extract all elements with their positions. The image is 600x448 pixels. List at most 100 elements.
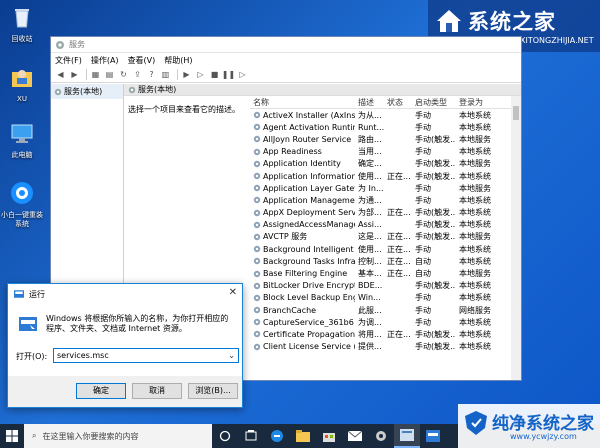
table-row[interactable]: Agent Activation Runtime...Runt... 手动 本地系统 (250, 121, 511, 133)
table-row[interactable]: CaptureService_361b6 为调... 手动 本地系统 (250, 316, 511, 328)
column-description[interactable]: 描述 (355, 97, 384, 108)
service-logon-cell-text: 本地系统 (459, 256, 491, 266)
service-logon-cell: 本地系统 (456, 219, 504, 230)
console-tree-icon[interactable]: ▦ (90, 69, 101, 80)
column-status[interactable]: 状态 (384, 97, 412, 108)
service-description-cell-text: Assi... (358, 220, 382, 230)
table-row[interactable]: Client License Service (C...提供... 手动(触发..… (250, 341, 511, 353)
table-row[interactable]: AVCTP 服务 这是... 正在... 手动(触发... 本地服务 (250, 231, 511, 243)
table-row[interactable]: Certificate Propagation 将用... 正在... 手动(触发..… (250, 328, 511, 340)
service-startup-cell: 手动(触发... (412, 329, 456, 340)
pause-service-icon[interactable]: ❚❚ (222, 69, 235, 80)
help-icon[interactable]: ? (146, 69, 157, 80)
taskbar-multitask-icon[interactable] (238, 424, 264, 448)
service-startup-cell: 手动 (412, 183, 456, 194)
task-view-icon[interactable] (212, 424, 238, 448)
stop-service-icon[interactable]: ■ (209, 69, 220, 80)
table-row[interactable]: BitLocker Drive Encryptio...BDE... 手动(触发.… (250, 280, 511, 292)
export-list-icon[interactable]: ⇪ (132, 69, 143, 80)
menu-help[interactable]: 帮助(H) (164, 55, 192, 66)
service-logon-cell: 本地系统 (456, 146, 504, 157)
table-row[interactable]: AllJoyn Router Service 路由... 手动(触发... 本地服务 (250, 133, 511, 145)
service-description-cell-text: 此服... (358, 305, 382, 315)
taskbar-search-box[interactable]: ⌕ 在这里输入你要搜索的内容 (24, 424, 212, 448)
browse-button[interactable]: 浏览(B)... (188, 383, 238, 399)
service-logon-cell-text: 本地系统 (459, 195, 491, 205)
services-taskbar-icon[interactable] (394, 424, 420, 448)
menu-action[interactable]: 操作(A) (91, 55, 119, 66)
service-name-cell-text: BranchCache (263, 305, 317, 315)
service-startup-cell: 手动 (412, 292, 456, 303)
restart-service-icon[interactable]: ▷ (237, 69, 248, 80)
service-logon-cell: 本地服务 (456, 231, 504, 242)
gear-icon (253, 148, 261, 155)
start-service-icon[interactable]: ▶ (181, 69, 192, 80)
file-explorer-icon[interactable] (290, 424, 316, 448)
table-row[interactable]: Background Tasks Infras...控制... 正在... 自动 本地… (250, 255, 511, 267)
table-row[interactable]: AppX Deployment Servic...为部... 正在... 手动(触发… (250, 207, 511, 219)
service-startup-cell-text: 手动 (415, 293, 431, 303)
service-startup-cell: 手动 (412, 317, 456, 328)
desktop-icon-xiaobai[interactable]: 小白一键重装系统 (0, 180, 44, 229)
service-name-cell: Background Intelligent T... (250, 245, 355, 254)
desktop-icon-user[interactable]: XU (0, 64, 44, 104)
refresh-icon[interactable]: ↻ (118, 69, 129, 80)
menu-file[interactable]: 文件(F) (55, 55, 82, 66)
chevron-down-icon[interactable]: ⌄ (228, 351, 235, 360)
column-startup-type[interactable]: 启动类型 (412, 97, 456, 108)
desktop-icon-this-pc[interactable]: 此电脑 (0, 120, 44, 160)
service-name-cell: Base Filtering Engine (250, 269, 355, 278)
service-logon-cell: 本地系统 (456, 341, 504, 352)
column-name[interactable]: 名称 (250, 97, 355, 108)
table-row[interactable]: BranchCache 此服... 手动 网络服务 (250, 304, 511, 316)
run-dialog-titlebar[interactable]: 运行 ✕ (8, 284, 242, 304)
service-startup-cell-text: 自动 (415, 256, 431, 266)
service-logon-cell: 本地系统 (456, 329, 504, 340)
service-startup-cell: 手动 (412, 110, 456, 121)
ok-button[interactable]: 确定 (76, 383, 126, 399)
table-row[interactable]: Block Level Backup Engi...Win... 手动 本地系统 (250, 292, 511, 304)
window-titlebar[interactable]: 服务 (51, 37, 521, 53)
table-row[interactable]: Base Filtering Engine 基本... 正在... 自动 本地服务 (250, 267, 511, 279)
properties-icon[interactable]: ▤ (104, 69, 115, 80)
service-status-cell-text: 正在... (387, 232, 411, 242)
scrollbar-thumb[interactable] (513, 106, 519, 120)
store-icon[interactable] (316, 424, 342, 448)
run-taskbar-icon[interactable] (420, 424, 446, 448)
table-row[interactable]: Application Information 使用... 正在... 手动(触发..… (250, 170, 511, 182)
close-icon[interactable]: ✕ (229, 287, 237, 298)
desktop-icon-recycle-bin[interactable]: 回收站 (0, 4, 44, 44)
vertical-scrollbar[interactable] (511, 96, 521, 380)
start-service-alt-icon[interactable]: ▷ (195, 69, 206, 80)
table-row[interactable]: Application Management 为通... 手动 本地系统 (250, 194, 511, 206)
start-button[interactable] (0, 424, 24, 448)
table-row[interactable]: App Readiness 当用... 手动 本地系统 (250, 146, 511, 158)
service-name-cell: Client License Service (C... (250, 342, 355, 351)
run-program-icon (19, 317, 37, 331)
back-arrow-icon[interactable]: ◀ (55, 69, 66, 80)
mail-icon[interactable] (342, 424, 368, 448)
settings-gear-icon[interactable] (368, 424, 394, 448)
service-startup-cell-text: 手动(触发... (415, 208, 456, 218)
service-startup-cell: 手动(触发... (412, 341, 456, 352)
table-row[interactable]: Application Identity 确定... 手动(触发... 本地服务 (250, 158, 511, 170)
menu-view[interactable]: 查看(V) (128, 55, 156, 66)
table-row[interactable]: Application Layer Gatewa...为 In... 手动 本地服务 (250, 182, 511, 194)
service-description-cell-text: 使用... (358, 171, 382, 181)
column-logon-as[interactable]: 登录为 (456, 97, 504, 108)
service-description-cell-text: 当用... (358, 147, 382, 157)
edge-browser-icon[interactable] (264, 424, 290, 448)
tree-item-services-local[interactable]: 服务(本地) (51, 84, 123, 99)
show-hide-pane-icon[interactable]: ▥ (160, 69, 171, 80)
watermark-bottom: 纯净系统之家 www.ycwjzy.com (458, 404, 600, 448)
gear-icon (253, 160, 261, 168)
table-row[interactable]: Background Intelligent T...使用... 正在... 手动 本… (250, 243, 511, 255)
forward-arrow-icon[interactable]: ▶ (69, 69, 80, 80)
service-description-cell-text: 这是... (358, 232, 382, 242)
table-row[interactable]: ActiveX Installer (AxInstSV)为从... 手动 本地系统 (250, 109, 511, 121)
table-row[interactable]: AssignedAccessManager...Assi... 手动(触发...本… (250, 219, 511, 231)
service-startup-cell: 手动 (412, 305, 456, 316)
cancel-button[interactable]: 取消 (132, 383, 182, 399)
service-name-cell: App Readiness (250, 147, 355, 156)
open-input[interactable]: services.msc ⌄ (53, 348, 239, 363)
